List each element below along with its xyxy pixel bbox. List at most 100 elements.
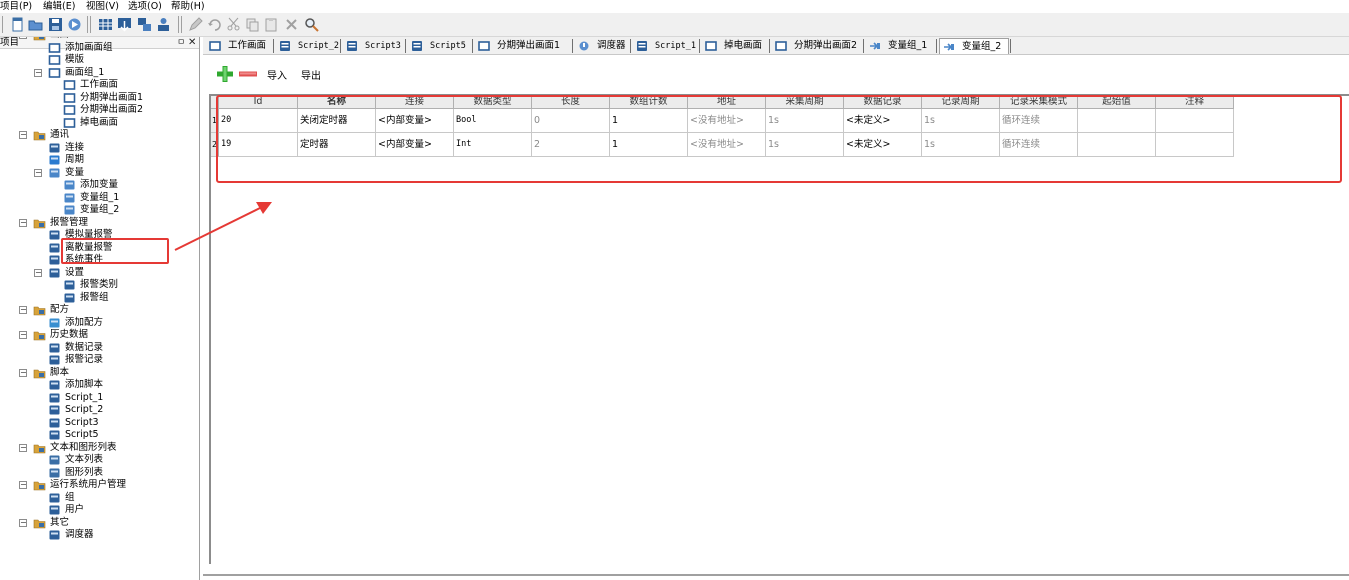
tab-3[interactable]: Script3: [343, 38, 404, 54]
tree-item[interactable]: 离散量报警: [0, 242, 198, 254]
menu-view[interactable]: 视图(V): [86, 0, 119, 13]
new-file-icon[interactable]: [10, 17, 25, 32]
tab-7[interactable]: Script_1: [633, 38, 698, 54]
tree-item[interactable]: 文本列表: [0, 454, 198, 466]
menu-project[interactable]: 项目(P): [0, 0, 32, 13]
tree-item[interactable]: 变量组_2: [0, 204, 198, 216]
column-header[interactable]: 记录周期: [922, 96, 1000, 109]
menu-help[interactable]: 帮助(H): [171, 0, 205, 13]
column-header[interactable]: 数组计数: [610, 96, 688, 109]
table-cell[interactable]: <内部变量>: [376, 109, 454, 133]
table-cell[interactable]: 1s: [766, 109, 844, 133]
tree-item[interactable]: 分期弹出画面2: [0, 104, 198, 116]
tree-item[interactable]: 分期弹出画面1: [0, 92, 198, 104]
table-cell[interactable]: [1078, 133, 1156, 157]
tab-6[interactable]: 调度器: [575, 38, 629, 54]
column-header[interactable]: 数据记录: [844, 96, 922, 109]
tab-10[interactable]: 变量组_1: [866, 38, 935, 54]
collapse-toggle-icon[interactable]: −: [19, 219, 27, 227]
tab-1[interactable]: 工作画面: [206, 38, 272, 54]
table-cell[interactable]: 1: [610, 133, 688, 157]
column-header[interactable]: 地址: [688, 96, 766, 109]
import-button[interactable]: 导入: [267, 67, 287, 82]
tree-item[interactable]: 调度器: [0, 529, 198, 541]
collapse-toggle-icon[interactable]: −: [19, 331, 27, 339]
column-header[interactable]: 名称: [298, 96, 376, 109]
row-number[interactable]: 1: [211, 109, 219, 133]
tree-item[interactable]: − 运行系统用户管理: [0, 479, 198, 491]
tree-item[interactable]: 图形列表: [0, 467, 198, 479]
collapse-toggle-icon[interactable]: −: [34, 69, 42, 77]
table-cell[interactable]: 20: [219, 109, 298, 133]
tree-item[interactable]: Script5: [0, 429, 198, 441]
tree-item[interactable]: 报警类别: [0, 279, 198, 291]
tab-8[interactable]: 掉电画面: [702, 38, 768, 54]
tree-item[interactable]: − 脚本: [0, 367, 198, 379]
tree-item[interactable]: 连接: [0, 142, 198, 154]
table-cell[interactable]: 1s: [922, 133, 1000, 157]
tree-item[interactable]: Script_2: [0, 404, 198, 416]
table-cell[interactable]: 1s: [922, 109, 1000, 133]
table-cell[interactable]: [1078, 109, 1156, 133]
column-header[interactable]: 长度: [532, 96, 610, 109]
column-header[interactable]: 数据类型: [454, 96, 532, 109]
collapse-toggle-icon[interactable]: −: [34, 269, 42, 277]
column-header[interactable]: Id: [219, 96, 298, 109]
tab-5[interactable]: 分期弹出画面1: [475, 38, 571, 54]
table-cell[interactable]: <内部变量>: [376, 133, 454, 157]
tree-item[interactable]: 用户: [0, 504, 198, 516]
transfer-icon[interactable]: [137, 17, 152, 32]
minus-icon[interactable]: [239, 71, 257, 77]
table-cell[interactable]: 关闭定时器: [298, 109, 376, 133]
table-cell[interactable]: Int: [454, 133, 532, 157]
table-cell[interactable]: 定时器: [298, 133, 376, 157]
collapse-toggle-icon[interactable]: −: [19, 369, 27, 377]
table-cell[interactable]: <没有地址>: [688, 133, 766, 157]
tree-item[interactable]: 掉电画面: [0, 117, 198, 129]
table-cell[interactable]: <未定义>: [844, 133, 922, 157]
tab-4[interactable]: Script5: [408, 38, 471, 54]
collapse-toggle-icon[interactable]: −: [19, 37, 27, 39]
menu-options[interactable]: 选项(O): [128, 0, 162, 13]
collapse-toggle-icon[interactable]: −: [19, 519, 27, 527]
collapse-toggle-icon[interactable]: −: [19, 131, 27, 139]
table-cell[interactable]: 循环连续: [1000, 109, 1078, 133]
tree-item[interactable]: Script3: [0, 417, 198, 429]
tree-item[interactable]: 周期: [0, 154, 198, 166]
compile-icon[interactable]: [67, 17, 82, 32]
menu-edit[interactable]: 编辑(E): [43, 0, 75, 13]
table-cell[interactable]: <没有地址>: [688, 109, 766, 133]
table-cell[interactable]: 1: [610, 109, 688, 133]
table-cell[interactable]: 1s: [766, 133, 844, 157]
column-header[interactable]: 记录采集模式: [1000, 96, 1078, 109]
tree-item[interactable]: − 通讯: [0, 129, 198, 141]
column-header[interactable]: 采集周期: [766, 96, 844, 109]
export-button[interactable]: 导出: [301, 67, 321, 82]
tree-item[interactable]: 模拟量报警: [0, 229, 198, 241]
download-icon[interactable]: [117, 17, 132, 32]
simulate-icon[interactable]: [156, 17, 171, 32]
tree-item[interactable]: − 设置: [0, 267, 198, 279]
table-cell[interactable]: Bool: [454, 109, 532, 133]
tree-item[interactable]: 添加脚本: [0, 379, 198, 391]
table-cell[interactable]: 0: [532, 109, 610, 133]
collapse-toggle-icon[interactable]: −: [19, 444, 27, 452]
tree-item[interactable]: 添加配方: [0, 317, 198, 329]
collapse-toggle-icon[interactable]: −: [34, 169, 42, 177]
column-header[interactable]: 连接: [376, 96, 454, 109]
collapse-toggle-icon[interactable]: −: [19, 306, 27, 314]
tab-2[interactable]: Script_2: [276, 38, 339, 54]
tree-item[interactable]: − 配方: [0, 304, 198, 316]
tab-9[interactable]: 分期弹出画面2: [772, 38, 862, 54]
horizontal-scrollbar[interactable]: [203, 574, 1349, 576]
tree-item[interactable]: − 其它: [0, 517, 198, 529]
row-number[interactable]: 2: [211, 133, 219, 157]
tree-item[interactable]: 模版: [0, 54, 198, 66]
column-header[interactable]: 注释: [1156, 96, 1234, 109]
plus-icon[interactable]: [216, 65, 234, 83]
tree-item[interactable]: − 画面: [0, 37, 198, 41]
tree-item[interactable]: 报警记录: [0, 354, 198, 366]
table-cell[interactable]: <未定义>: [844, 109, 922, 133]
open-folder-icon[interactable]: [28, 17, 43, 32]
table-cell[interactable]: 循环连续: [1000, 133, 1078, 157]
